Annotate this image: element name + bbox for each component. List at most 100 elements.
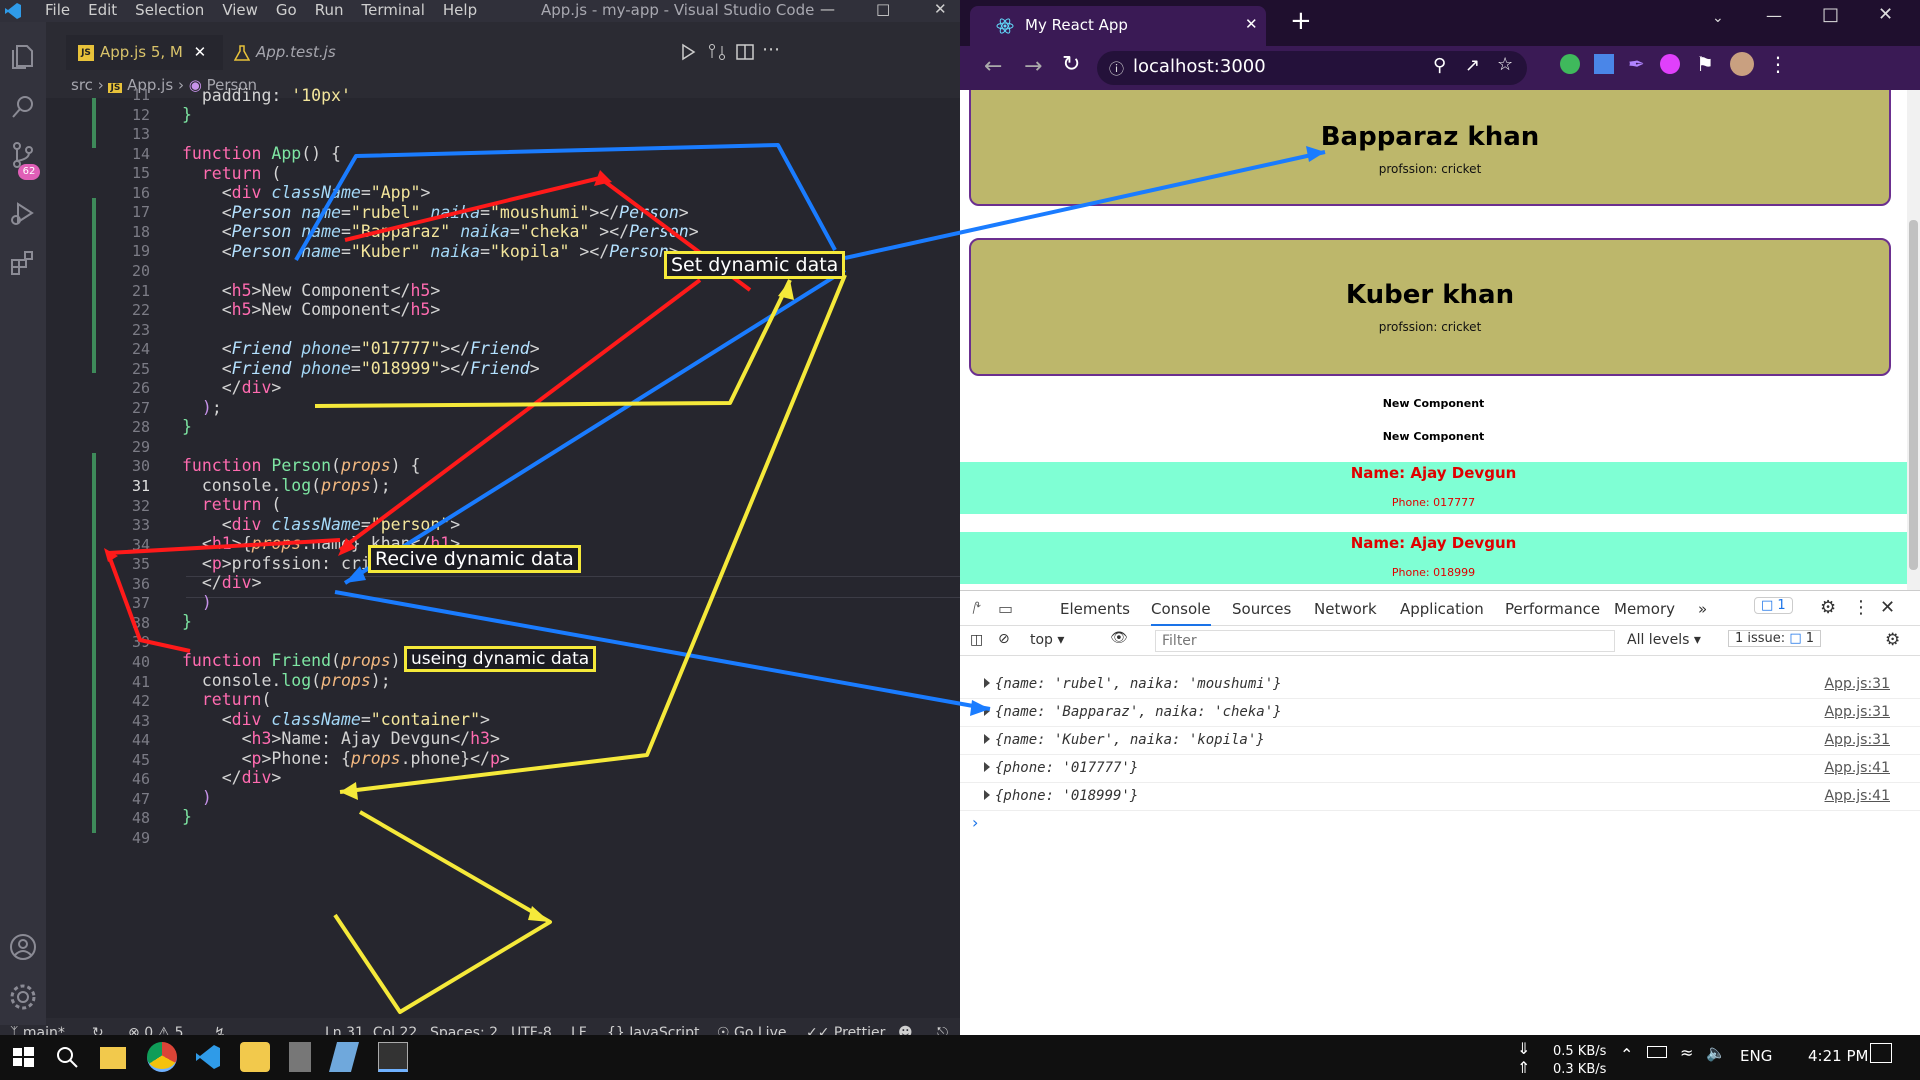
minimize-icon[interactable]: — xyxy=(820,0,835,18)
share-icon[interactable]: ↗ xyxy=(1465,55,1480,76)
eol-status[interactable]: LF xyxy=(571,1025,587,1035)
page-viewport[interactable]: Bapparaz khan profssion: cricket Kuber k… xyxy=(960,90,1907,590)
sidebar-toggle-icon[interactable]: ◫ xyxy=(970,632,983,648)
battery-icon[interactable] xyxy=(1647,1046,1667,1058)
console-log-row[interactable]: {phone: '018999'} App.js:41 xyxy=(960,783,1920,811)
close-tab-icon[interactable]: ✕ xyxy=(194,43,207,61)
scrollbar-thumb[interactable] xyxy=(1909,220,1918,570)
tab-console[interactable]: Console xyxy=(1151,600,1211,626)
tab-network[interactable]: Network xyxy=(1314,600,1377,618)
log-levels-select[interactable]: All levels ▾ xyxy=(1627,632,1701,648)
calculator-icon[interactable] xyxy=(289,1042,311,1072)
compare-changes-icon[interactable] xyxy=(708,43,726,61)
file-explorer-icon[interactable] xyxy=(100,1047,126,1069)
log-source-link[interactable]: App.js:41 xyxy=(1824,788,1890,804)
expand-triangle-icon[interactable] xyxy=(984,706,990,716)
menu-dots-icon[interactable]: ⋮ xyxy=(1768,52,1788,76)
pen-extension-icon[interactable]: ✒ xyxy=(1628,52,1645,76)
close-icon[interactable]: ✕ xyxy=(934,0,947,18)
new-tab-icon[interactable]: + xyxy=(1290,6,1312,36)
url-text[interactable]: localhost:3000 xyxy=(1133,56,1266,77)
run-icon[interactable] xyxy=(679,43,697,61)
run-debug-icon[interactable] xyxy=(8,198,38,228)
go-live-button[interactable]: ☉ Go Live xyxy=(717,1025,786,1035)
puzzle-extensions-icon[interactable]: ⚑ xyxy=(1696,52,1714,76)
windows-start-icon[interactable] xyxy=(8,1042,38,1072)
issues-badge[interactable]: □ 1 xyxy=(1754,597,1793,614)
tab-app-test-js[interactable]: App.test.js xyxy=(222,35,367,70)
menu-view[interactable]: View xyxy=(222,1,258,19)
chevron-down-icon[interactable]: ⌄ xyxy=(1712,10,1724,26)
avatar[interactable] xyxy=(1730,52,1754,76)
address-bar[interactable]: ⓘ localhost:3000 ⚲ ↗ ☆ xyxy=(1097,51,1527,85)
issues-count-button[interactable]: 1 issue: □ 1 xyxy=(1728,630,1822,647)
menu-go[interactable]: Go xyxy=(276,1,297,19)
notepad-icon[interactable] xyxy=(328,1042,360,1072)
settings-gear-icon[interactable]: ⚙ xyxy=(1820,597,1836,618)
close-tab-icon[interactable]: ✕ xyxy=(1245,15,1258,33)
eye-icon[interactable]: 👁 xyxy=(1110,630,1128,646)
chrome-icon[interactable] xyxy=(147,1042,177,1072)
bell-icon[interactable]: ⎋ xyxy=(937,1025,948,1035)
console-log-row[interactable]: {name: 'rubel', naika: 'moushumi'} App.js… xyxy=(960,671,1920,699)
back-icon[interactable]: ← xyxy=(984,54,1002,79)
more-tabs-icon[interactable]: » xyxy=(1698,600,1707,618)
page-scrollbar[interactable] xyxy=(1907,90,1920,590)
clock[interactable]: 4:21 PM xyxy=(1808,1047,1868,1065)
vscode-icon[interactable] xyxy=(193,1042,223,1072)
problems-status[interactable]: ⊗ 0 ⚠ 5 xyxy=(128,1025,183,1035)
close-icon[interactable]: ✕ xyxy=(1878,4,1893,25)
sticky-notes-icon[interactable] xyxy=(240,1042,270,1072)
prettier-status[interactable]: ✓✓ Prettier xyxy=(806,1025,885,1035)
language-status[interactable]: {} JavaScript xyxy=(607,1025,699,1035)
cursor-position[interactable]: Ln 31, Col 22 xyxy=(325,1025,417,1035)
console-log-row[interactable]: {name: 'Bapparaz', naika: 'cheka'} App.js… xyxy=(960,699,1920,727)
volume-icon[interactable]: 🔈 xyxy=(1706,1043,1726,1062)
tab-sources[interactable]: Sources xyxy=(1232,600,1291,618)
context-select[interactable]: top ▾ xyxy=(1030,632,1064,648)
chevron-up-icon[interactable]: ⌃ xyxy=(1620,1045,1633,1064)
menu-file[interactable]: File xyxy=(45,1,70,19)
console-prompt[interactable]: › xyxy=(972,813,978,832)
log-source-link[interactable]: App.js:31 xyxy=(1824,732,1890,748)
extensions-icon[interactable] xyxy=(8,248,38,278)
lightning-icon[interactable]: ↯ xyxy=(214,1025,226,1035)
bookmark-star-icon[interactable]: ☆ xyxy=(1497,54,1513,75)
device-toolbar-icon[interactable]: ▭ xyxy=(998,599,1013,618)
inspect-element-icon[interactable]: ⭚ xyxy=(972,599,981,618)
more-actions-icon[interactable]: ⋯ xyxy=(762,39,780,60)
expand-triangle-icon[interactable] xyxy=(984,790,990,800)
search-icon[interactable] xyxy=(52,1042,82,1072)
maximize-icon[interactable]: □ xyxy=(876,0,890,18)
menu-run[interactable]: Run xyxy=(315,1,344,19)
tab-memory[interactable]: Memory xyxy=(1614,600,1675,618)
extension-icon[interactable] xyxy=(1660,54,1680,74)
browser-tab[interactable]: My React App ✕ xyxy=(970,6,1266,46)
split-editor-icon[interactable] xyxy=(736,43,754,61)
site-info-icon[interactable]: ⓘ xyxy=(1109,58,1124,79)
maximize-icon[interactable]: □ xyxy=(1822,4,1839,25)
indentation-status[interactable]: Spaces: 2 xyxy=(430,1025,498,1035)
tab-elements[interactable]: Elements xyxy=(1060,600,1130,618)
menu-terminal[interactable]: Terminal xyxy=(362,1,425,19)
close-devtools-icon[interactable]: ✕ xyxy=(1880,597,1895,618)
feedback-icon[interactable]: ☻ xyxy=(898,1025,913,1035)
menu-edit[interactable]: Edit xyxy=(88,1,117,19)
tab-performance[interactable]: Performance xyxy=(1505,600,1600,618)
account-icon[interactable] xyxy=(8,932,38,962)
log-source-link[interactable]: App.js:31 xyxy=(1824,676,1890,692)
tab-app-js[interactable]: JS App.js 5, M ✕ xyxy=(66,35,223,70)
branch-status[interactable]: ᛉ main* xyxy=(10,1025,65,1035)
console-log-row[interactable]: {name: 'Kuber', naika: 'kopila'} App.js:3… xyxy=(960,727,1920,755)
translate-extension-icon[interactable] xyxy=(1594,54,1614,74)
zoom-icon[interactable]: ⚲ xyxy=(1433,55,1446,76)
console-filter-input[interactable] xyxy=(1155,630,1615,652)
log-source-link[interactable]: App.js:31 xyxy=(1824,704,1890,720)
menu-help[interactable]: Help xyxy=(443,1,477,19)
notification-center-icon[interactable] xyxy=(1870,1043,1892,1063)
forward-icon[interactable]: → xyxy=(1024,54,1042,79)
expand-triangle-icon[interactable] xyxy=(984,762,990,772)
breadcrumb-src[interactable]: src xyxy=(71,76,93,94)
menu-selection[interactable]: Selection xyxy=(135,1,204,19)
expand-triangle-icon[interactable] xyxy=(984,734,990,744)
